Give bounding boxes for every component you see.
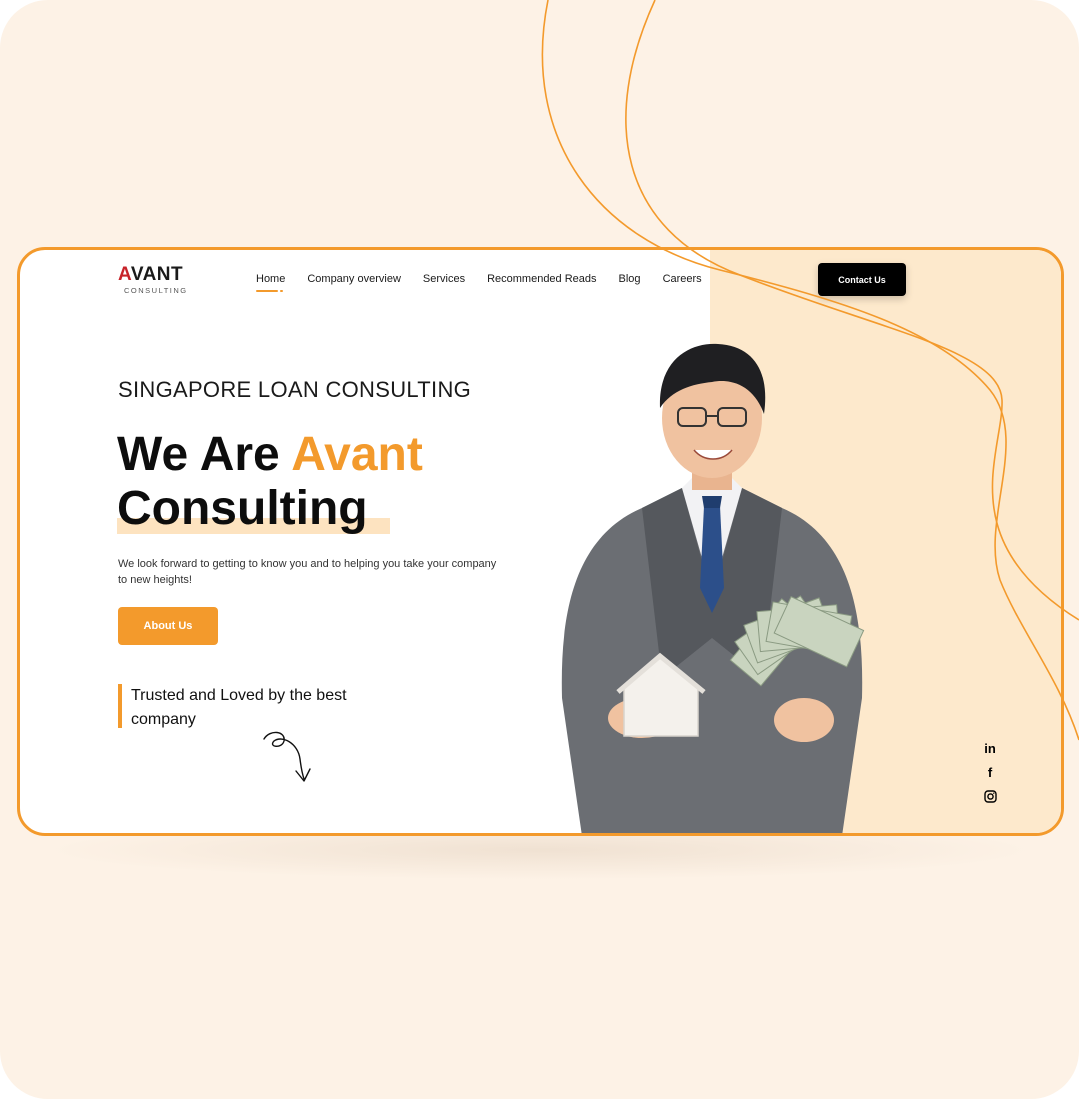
nav-item-company-overview[interactable]: Company overview xyxy=(307,272,401,286)
trusted-callout: Trusted and Loved by the best company xyxy=(118,684,358,728)
facebook-icon[interactable]: f xyxy=(980,762,1000,782)
website-mockup-card: AVANT CONSULTING Home Company overview S… xyxy=(17,247,1064,836)
headline-accent: Avant xyxy=(291,428,423,481)
hero-eyebrow: SINGAPORE LOAN CONSULTING xyxy=(118,377,472,402)
nav-item-home[interactable]: Home xyxy=(256,272,285,292)
nav-item-blog[interactable]: Blog xyxy=(619,272,641,286)
nav-item-careers[interactable]: Careers xyxy=(663,272,702,286)
curly-arrow-icon xyxy=(263,731,311,782)
main-navigation: Home Company overview Services Recommend… xyxy=(256,272,724,292)
avant-logo[interactable]: AVANT CONSULTING xyxy=(118,264,198,298)
logo-subtitle: CONSULTING xyxy=(124,286,188,295)
nav-item-recommended-reads[interactable]: Recommended Reads xyxy=(487,272,596,286)
nav-item-services[interactable]: Services xyxy=(423,272,465,286)
headline-line2: Consulting xyxy=(117,482,368,535)
contact-us-button[interactable]: Contact Us xyxy=(818,263,906,296)
linkedin-icon[interactable]: in xyxy=(980,738,1000,758)
logo-wordmark: AVANT xyxy=(118,264,184,285)
headline-part1: We Are xyxy=(117,428,292,481)
hero-intro: We look forward to getting to know you a… xyxy=(118,558,497,586)
about-us-button[interactable]: About Us xyxy=(118,607,218,645)
social-links: in f xyxy=(980,738,1000,810)
instagram-icon[interactable] xyxy=(980,786,1000,806)
hero-headline: We Are Avant Consulting xyxy=(117,428,423,536)
businessman-photo xyxy=(561,343,865,833)
